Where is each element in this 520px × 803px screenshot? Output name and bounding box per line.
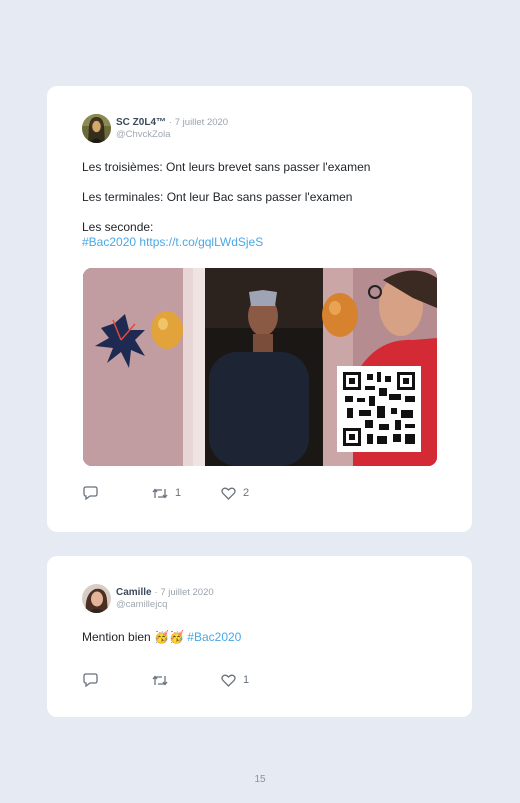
author-handle[interactable]: @ChvckZola <box>116 129 228 141</box>
hashtag-link[interactable]: #Bac2020 <box>82 235 136 249</box>
tweet-links: #Bac2020 https://t.co/gqlLWdSjeS <box>82 235 263 250</box>
avatar[interactable] <box>82 114 111 143</box>
party-emoji: 🥳🥳 <box>154 630 184 644</box>
retweet-button[interactable] <box>152 674 221 687</box>
reply-icon <box>83 673 98 687</box>
separator-dot: · <box>168 116 172 128</box>
tweet-card: Camille · 7 juillet 2020 @camillejcq Men… <box>47 556 472 717</box>
tweet-header: SC Z0L4™ · 7 juillet 2020 @ChvckZola <box>82 114 228 143</box>
tweet-media-video[interactable] <box>83 268 437 466</box>
tweet-text-line: Les seconde: <box>82 220 154 234</box>
retweet-count: 1 <box>175 487 182 499</box>
page-number: 15 <box>254 774 266 785</box>
like-count: 2 <box>243 487 250 499</box>
tweet-text-line: Les troisièmes: Ont leurs brevet sans pa… <box>82 160 371 174</box>
author-handle[interactable]: @camillejcq <box>116 599 214 611</box>
like-count: 1 <box>243 674 250 686</box>
tweet-actions: 1 <box>83 673 290 687</box>
tweet-text: Mention bien 🥳🥳 #Bac2020 <box>82 630 241 645</box>
retweet-icon <box>152 487 168 499</box>
avatar[interactable] <box>82 584 111 613</box>
tweet-actions: 1 2 <box>83 486 290 500</box>
author-name[interactable]: SC Z0L4™ <box>116 117 166 128</box>
tweet-text-line: Les terminales: Ont leur Bac sans passer… <box>82 190 353 204</box>
heart-icon <box>221 674 236 687</box>
tweet-text-body: Mention bien <box>82 630 151 644</box>
like-button[interactable]: 1 <box>221 674 290 687</box>
heart-icon <box>221 487 236 500</box>
reply-button[interactable] <box>83 486 152 500</box>
tweet-card: SC Z0L4™ · 7 juillet 2020 @ChvckZola Les… <box>47 86 472 532</box>
tweet-header: Camille · 7 juillet 2020 @camillejcq <box>82 584 214 613</box>
hashtag-link[interactable]: #Bac2020 <box>187 630 241 644</box>
separator-dot: · <box>154 586 158 598</box>
retweet-button[interactable]: 1 <box>152 487 221 500</box>
author-name[interactable]: Camille <box>116 587 152 598</box>
tweet-date[interactable]: 7 juillet 2020 <box>175 117 228 128</box>
tweet-date[interactable]: 7 juillet 2020 <box>160 587 213 598</box>
reply-icon <box>83 486 98 500</box>
url-link[interactable]: https://t.co/gqlLWdSjeS <box>139 235 263 249</box>
retweet-icon <box>152 674 168 686</box>
reply-button[interactable] <box>83 673 152 687</box>
like-button[interactable]: 2 <box>221 487 290 500</box>
